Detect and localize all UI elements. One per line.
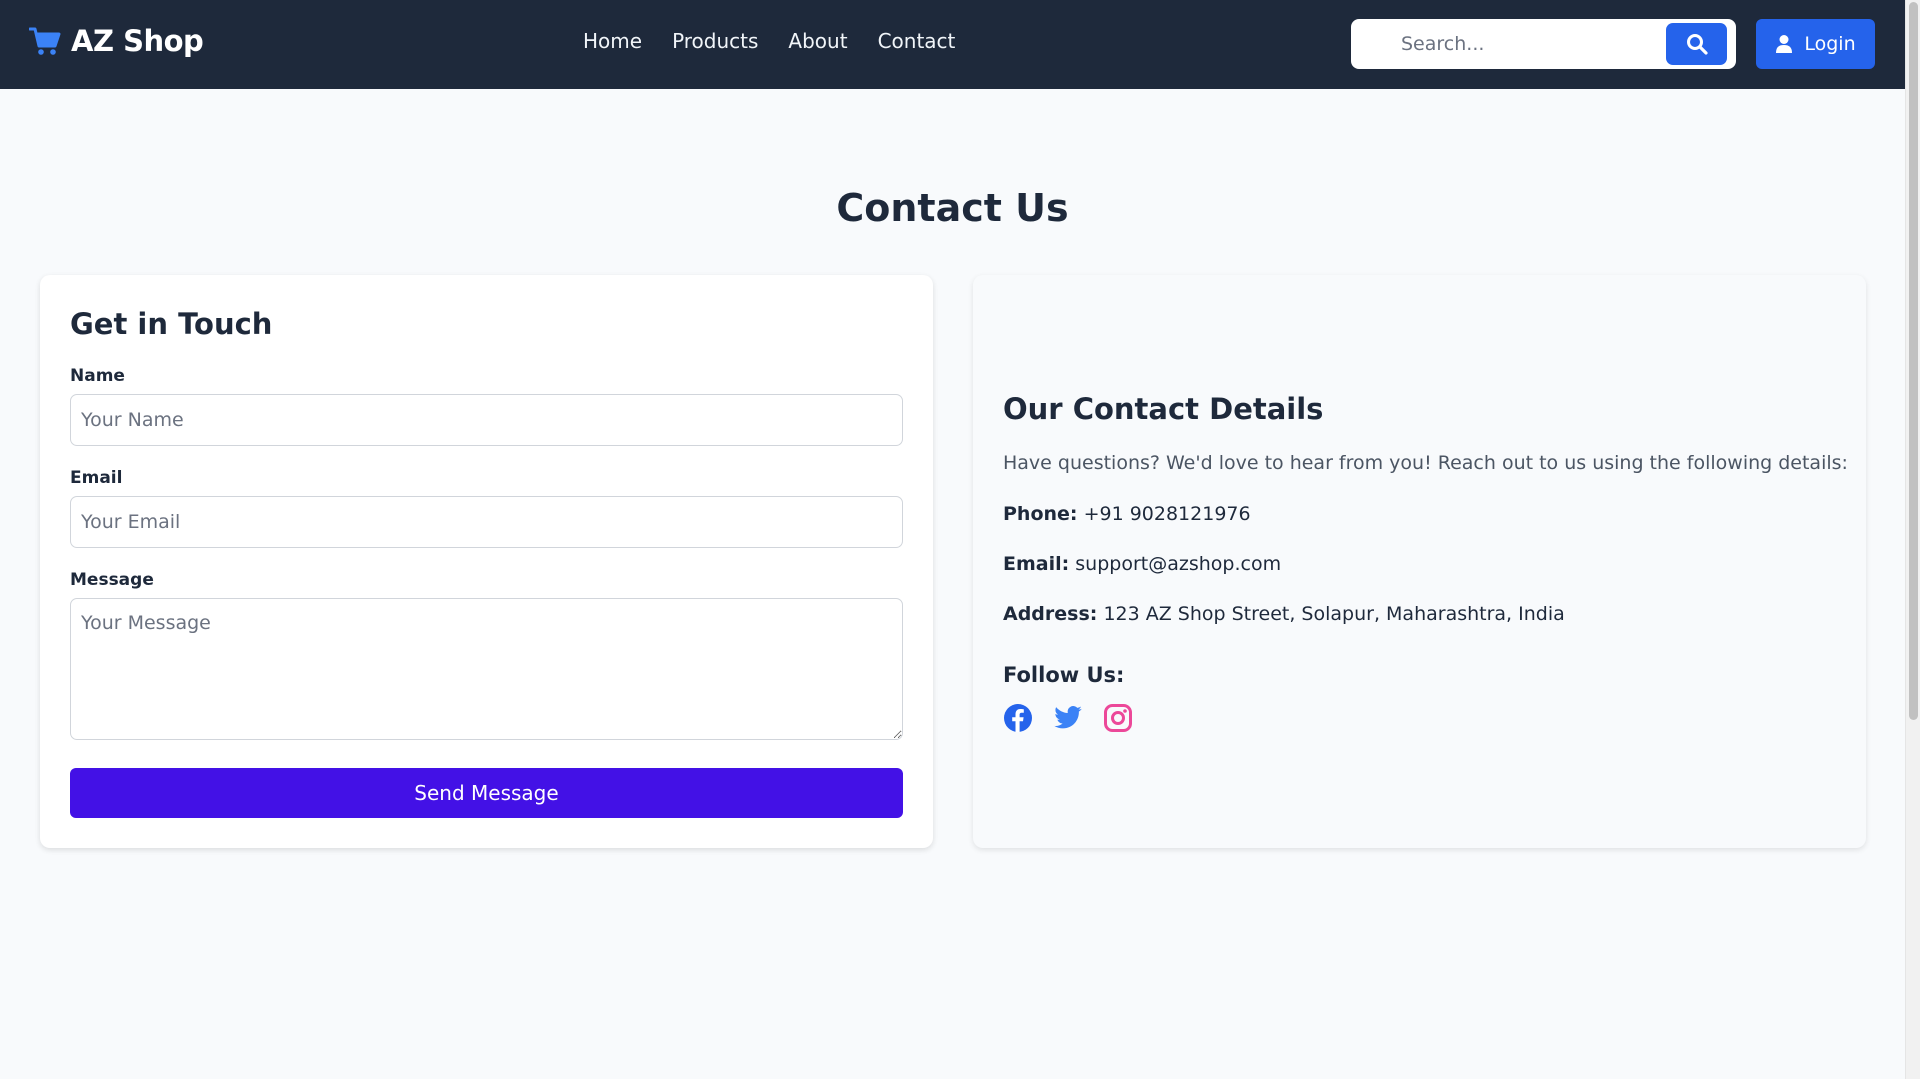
follow-heading: Follow Us: <box>1003 663 1125 687</box>
twitter-icon <box>1054 706 1082 729</box>
login-label: Login <box>1804 33 1856 55</box>
search-box <box>1351 19 1736 69</box>
details-heading: Our Contact Details <box>1003 392 1324 426</box>
nav-home-link[interactable]: Home <box>583 29 642 53</box>
contact-details-card: Our Contact Details Have questions? We'd… <box>973 275 1866 848</box>
search-button[interactable] <box>1666 23 1727 65</box>
facebook-link[interactable] <box>1003 703 1033 733</box>
page-title: Contact Us <box>836 186 1069 230</box>
nav-about-link[interactable]: About <box>788 29 847 53</box>
brand-name: AZ Shop <box>71 24 204 58</box>
email-line: Email: support@azshop.com <box>1003 553 1281 575</box>
email-value: support@azshop.com <box>1075 553 1282 575</box>
search-input[interactable] <box>1365 26 1655 62</box>
brand-logo[interactable]: AZ Shop <box>29 24 204 58</box>
contact-form-card: Get in Touch Name Email Message Send Mes… <box>40 275 933 848</box>
instagram-icon <box>1104 704 1132 732</box>
scrollbar-thumb[interactable] <box>1909 2 1918 720</box>
phone-line: Phone: +91 9028121976 <box>1003 503 1251 525</box>
details-intro: Have questions? We'd love to hear from y… <box>1003 452 1848 474</box>
message-field[interactable] <box>70 598 903 740</box>
address-value: 123 AZ Shop Street, Solapur, Maharashtra… <box>1103 603 1565 625</box>
main-nav: Home Products About Contact <box>583 29 955 53</box>
user-icon <box>1776 35 1793 53</box>
phone-value: +91 9028121976 <box>1083 503 1251 525</box>
top-navbar: AZ Shop Home Products About Contact Logi… <box>0 0 1905 89</box>
email-label: Email <box>70 468 123 488</box>
twitter-link[interactable] <box>1053 703 1083 733</box>
email-field[interactable] <box>70 496 903 548</box>
email-key: Email: <box>1003 553 1070 575</box>
name-field[interactable] <box>70 394 903 446</box>
login-button[interactable]: Login <box>1756 19 1875 69</box>
message-label: Message <box>70 570 154 590</box>
instagram-link[interactable] <box>1103 703 1133 733</box>
facebook-icon <box>1004 704 1032 732</box>
page-scrollbar[interactable] <box>1905 0 1920 1079</box>
form-heading: Get in Touch <box>70 307 273 341</box>
send-message-button[interactable]: Send Message <box>70 768 903 818</box>
cart-icon <box>29 27 61 55</box>
address-key: Address: <box>1003 603 1098 625</box>
phone-key: Phone: <box>1003 503 1078 525</box>
search-icon <box>1686 34 1708 55</box>
social-links <box>1003 703 1133 733</box>
name-label: Name <box>70 366 125 386</box>
address-line: Address: 123 AZ Shop Street, Solapur, Ma… <box>1003 603 1565 625</box>
nav-contact-link[interactable]: Contact <box>878 29 956 53</box>
nav-products-link[interactable]: Products <box>672 29 758 53</box>
